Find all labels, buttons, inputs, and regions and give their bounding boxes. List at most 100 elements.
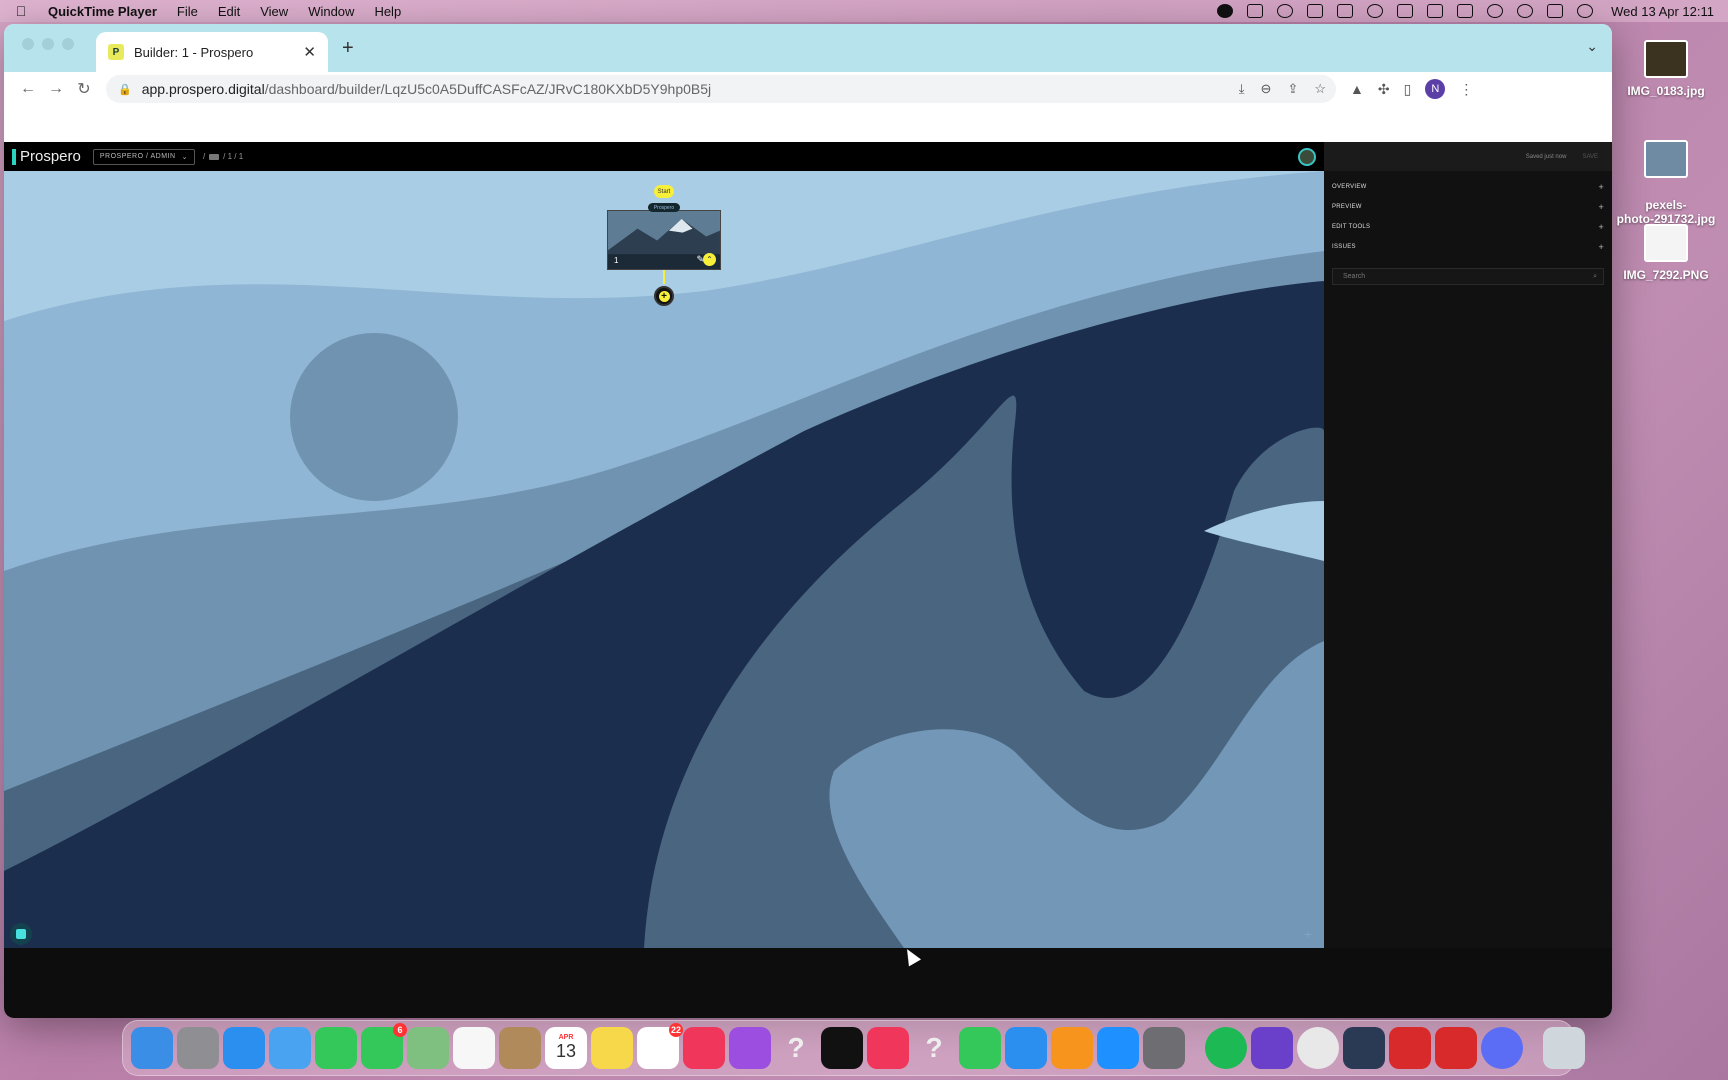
- minimize-window-button[interactable]: [42, 38, 54, 50]
- breadcrumb-page[interactable]: / 1 / 1: [223, 152, 243, 161]
- desktop-file[interactable]: IMG_0183.jpg: [1616, 40, 1716, 98]
- browser-menu-icon[interactable]: ⋮: [1459, 81, 1473, 98]
- new-tab-icon[interactable]: +: [342, 37, 354, 60]
- spotlight-search-icon[interactable]: [1517, 4, 1534, 18]
- calendar-icon[interactable]: APR 13: [545, 1027, 587, 1069]
- tab-builder[interactable]: P Builder: 1 - Prospero ✕: [96, 32, 328, 72]
- wifi-icon[interactable]: [1487, 4, 1504, 18]
- quicktime-icon[interactable]: [1343, 1027, 1385, 1069]
- mail-icon[interactable]: [269, 1027, 311, 1069]
- expand-plus-icon[interactable]: +: [1598, 202, 1604, 212]
- close-tab-icon[interactable]: ✕: [303, 43, 316, 61]
- lock-icon[interactable]: 🔒: [118, 83, 132, 96]
- numbers-icon[interactable]: [959, 1027, 1001, 1069]
- finder-icon[interactable]: [131, 1027, 173, 1069]
- reminders-icon[interactable]: 22: [637, 1023, 683, 1069]
- apple-icon[interactable]: : [14, 3, 28, 19]
- display-icon[interactable]: [1397, 4, 1414, 18]
- breadcrumb-item-icon[interactable]: [209, 153, 220, 160]
- side-panel-icon[interactable]: ▯: [1404, 81, 1412, 98]
- menu-edit[interactable]: Edit: [218, 4, 240, 19]
- creative-cloud-icon[interactable]: [1277, 4, 1294, 18]
- desktop-file[interactable]: pexels- photo-291732.jpg: [1616, 126, 1716, 226]
- google-drive-icon[interactable]: [1337, 4, 1354, 18]
- panel-section-preview[interactable]: PREVIEW +: [1324, 197, 1612, 217]
- messages-icon[interactable]: 6: [361, 1023, 407, 1069]
- messenger-icon[interactable]: [1481, 1027, 1523, 1069]
- unknown-app-icon[interactable]: ?: [913, 1027, 955, 1069]
- wd-drive-icon[interactable]: [1247, 4, 1264, 18]
- expand-plus-icon[interactable]: +: [1598, 182, 1604, 192]
- save-button[interactable]: SAVE: [1582, 154, 1598, 160]
- panel-section-edit-tools[interactable]: EDIT TOOLS +: [1324, 217, 1612, 237]
- wps-office-icon[interactable]: [1389, 1027, 1431, 1069]
- section-label: PREVIEW: [1332, 204, 1362, 210]
- builder-canvas[interactable]: Start Prospero 1 ✎ ⌃ + +: [4, 171, 1324, 948]
- panel-section-overview[interactable]: OVERVIEW +: [1324, 177, 1612, 197]
- news-icon[interactable]: [867, 1027, 909, 1069]
- chrome-icon[interactable]: [1297, 1027, 1339, 1069]
- menu-app-name[interactable]: QuickTime Player: [48, 4, 157, 19]
- install-app-icon[interactable]: ⤓: [1239, 81, 1245, 97]
- node-options-icon[interactable]: ⌃: [703, 253, 716, 266]
- dropbox-icon[interactable]: [1307, 4, 1324, 18]
- app-store-icon[interactable]: [1097, 1027, 1139, 1069]
- menu-window[interactable]: Window: [308, 4, 354, 19]
- control-center-icon[interactable]: [1547, 4, 1564, 18]
- forward-icon[interactable]: →: [42, 80, 70, 98]
- add-node-button[interactable]: +: [654, 286, 674, 306]
- maps-icon[interactable]: [407, 1027, 449, 1069]
- contacts-icon[interactable]: [499, 1027, 541, 1069]
- expand-plus-icon[interactable]: +: [1598, 222, 1604, 232]
- imovie-icon[interactable]: [1251, 1027, 1293, 1069]
- profile-avatar[interactable]: N: [1425, 79, 1446, 99]
- do-not-disturb-icon[interactable]: [1367, 4, 1384, 18]
- start-node[interactable]: Start: [654, 185, 674, 198]
- panel-search-input[interactable]: Search ⌕: [1332, 268, 1604, 285]
- prospero-logo[interactable]: Prospero: [12, 148, 81, 165]
- extensions-puzzle-icon[interactable]: ✣: [1378, 81, 1390, 98]
- menu-view[interactable]: View: [260, 4, 288, 19]
- reload-icon[interactable]: ↻: [70, 79, 98, 99]
- launchpad-icon[interactable]: [177, 1027, 219, 1069]
- expand-plus-icon[interactable]: +: [1598, 242, 1604, 252]
- google-drive-extension-icon[interactable]: ▲: [1350, 81, 1364, 97]
- org-selector[interactable]: PROSPERO / ADMIN ⌄: [92, 148, 195, 165]
- menu-file[interactable]: File: [177, 4, 198, 19]
- netflix-icon[interactable]: [1435, 1027, 1477, 1069]
- unknown-app-icon[interactable]: ?: [775, 1027, 817, 1069]
- podcasts-icon[interactable]: [729, 1027, 771, 1069]
- screen-record-icon[interactable]: [1217, 4, 1234, 18]
- close-window-button[interactable]: [22, 38, 34, 50]
- zoom-icon[interactable]: ⊖: [1261, 81, 1272, 97]
- back-icon[interactable]: ←: [14, 80, 42, 98]
- zoom-window-button[interactable]: [62, 38, 74, 50]
- address-bar[interactable]: 🔒 app.prospero.digital/dashboard/builder…: [106, 75, 1336, 103]
- siri-icon[interactable]: [1577, 4, 1594, 18]
- tab-search-chevron-icon[interactable]: ⌄: [1586, 38, 1598, 55]
- recenter-icon[interactable]: +: [1304, 926, 1312, 942]
- bluetooth-icon[interactable]: [1427, 4, 1444, 18]
- chat-help-button[interactable]: [10, 923, 32, 945]
- apple-tv-icon[interactable]: [821, 1027, 863, 1069]
- slide-node[interactable]: 1 ✎ ⌃: [607, 210, 721, 270]
- share-icon[interactable]: ⇪: [1287, 81, 1298, 97]
- pages-icon[interactable]: [1051, 1027, 1093, 1069]
- user-avatar[interactable]: [1298, 148, 1316, 166]
- menu-bar-clock[interactable]: Wed 13 Apr 12:11: [1611, 4, 1714, 19]
- notes-icon[interactable]: [591, 1027, 633, 1069]
- photos-icon[interactable]: [453, 1027, 495, 1069]
- battery-icon[interactable]: [1457, 4, 1474, 18]
- system-preferences-icon[interactable]: [1143, 1027, 1185, 1069]
- panel-section-issues[interactable]: ISSUES +: [1324, 237, 1612, 257]
- desktop-file[interactable]: IMG_7292.PNG: [1616, 224, 1716, 282]
- keynote-icon[interactable]: [1005, 1027, 1047, 1069]
- image-file-icon: [1644, 40, 1688, 78]
- safari-icon[interactable]: [223, 1027, 265, 1069]
- trash-icon[interactable]: [1543, 1027, 1585, 1069]
- bookmark-star-icon[interactable]: ☆: [1314, 81, 1326, 97]
- menu-help[interactable]: Help: [374, 4, 401, 19]
- facetime-icon[interactable]: [315, 1027, 357, 1069]
- spotify-icon[interactable]: [1205, 1027, 1247, 1069]
- music-icon[interactable]: [683, 1027, 725, 1069]
